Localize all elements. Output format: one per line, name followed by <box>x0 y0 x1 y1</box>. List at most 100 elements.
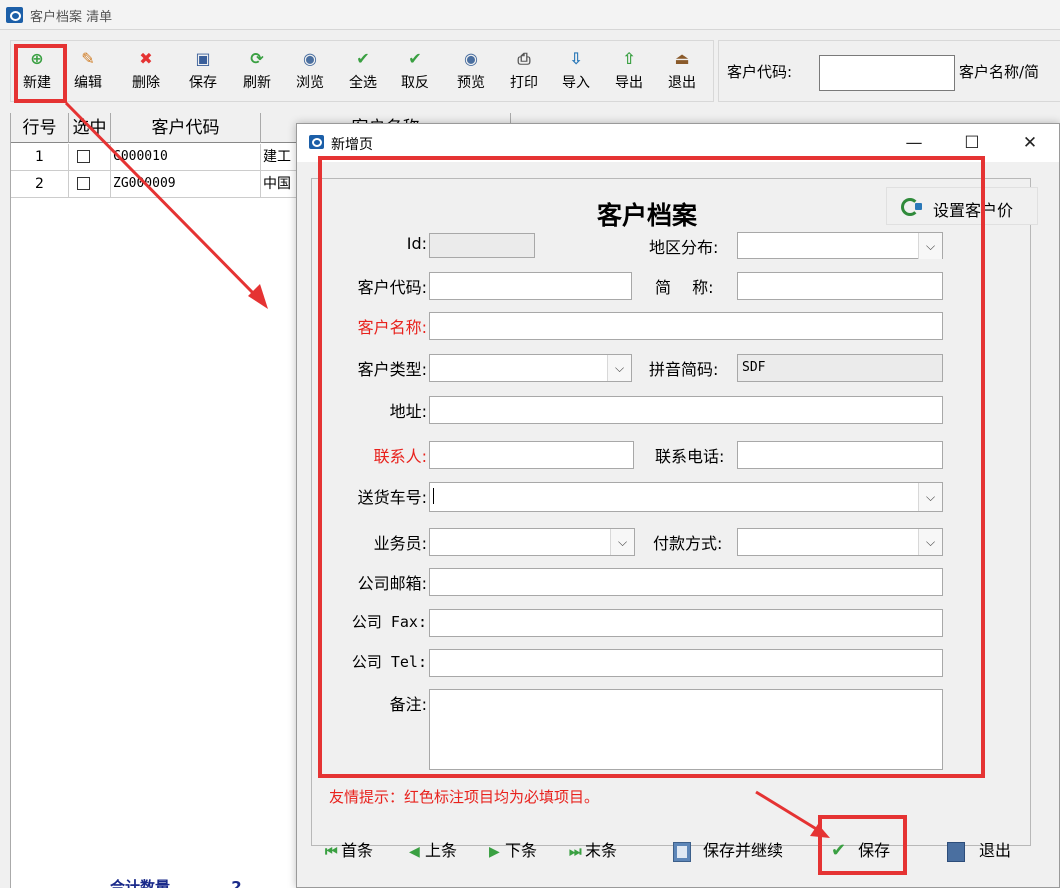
search-code-input[interactable] <box>819 55 955 91</box>
delete-button[interactable]: ✖ 删除 <box>122 47 170 99</box>
first-icon: ⏮ <box>325 844 338 860</box>
minimize-icon[interactable]: — <box>885 124 943 162</box>
next-icon: ▶ <box>489 844 500 860</box>
last-icon: ⏭ <box>569 844 582 860</box>
select-all-button-label: 全选 <box>349 75 377 91</box>
select-all-icon: ✔ <box>356 49 370 68</box>
main-window-titlebar: 客户档案 清单 <box>0 0 1060 30</box>
code-field[interactable] <box>429 272 632 300</box>
type-select[interactable]: ⌵ <box>429 354 632 382</box>
exit-toolbar-button-label: 退出 <box>668 75 696 91</box>
chevron-down-icon: ⌵ <box>918 483 942 511</box>
save-continue-button[interactable]: 保存并继续 <box>673 836 783 866</box>
search-code-label: 客户代码: <box>727 63 793 81</box>
prev-icon: ◀ <box>409 844 420 860</box>
invert-selection-button[interactable]: ✔ 取反 <box>391 47 439 99</box>
print-button[interactable]: ⎙ 打印 <box>500 47 548 99</box>
preview-icon: ◉ <box>464 49 478 68</box>
remark-label: 备注: <box>389 695 427 714</box>
chevron-down-icon: ⌵ <box>918 529 942 555</box>
next-record-button[interactable]: ▶ 下条 <box>489 836 537 866</box>
summary-value: 2 <box>231 878 242 888</box>
delete-icon: ✖ <box>139 49 153 68</box>
row-number: 2 <box>11 171 69 198</box>
export-button-label: 导出 <box>615 75 643 91</box>
grid-summary: 合计数量 2 <box>110 876 242 888</box>
fax-label: 公司 Fax: <box>351 613 427 631</box>
vehicle-select[interactable]: ⌵ <box>429 482 943 512</box>
name-label: 客户名称: <box>357 318 427 337</box>
fax-field[interactable] <box>429 609 943 637</box>
import-button[interactable]: ⇩ 导入 <box>552 47 600 99</box>
phone-field[interactable] <box>737 441 943 469</box>
region-select[interactable]: ⌵ <box>737 232 943 259</box>
invert-icon: ✔ <box>408 49 422 68</box>
export-icon: ⇧ <box>622 49 636 68</box>
next-label: 下条 <box>505 841 538 860</box>
first-record-button[interactable]: ⏮ 首条 <box>325 836 373 866</box>
maximize-icon[interactable]: ☐ <box>943 124 1001 162</box>
refresh-icon: ⟳ <box>250 49 264 68</box>
save-continue-label: 保存并继续 <box>703 841 784 860</box>
row-checkbox-cell <box>69 171 111 198</box>
salesman-select[interactable]: ⌵ <box>429 528 635 556</box>
refresh-button[interactable]: ⟳ 刷新 <box>233 47 281 99</box>
save-toolbar-button[interactable]: ▣ 保存 <box>179 47 227 99</box>
preview-button[interactable]: ◉ 预览 <box>447 47 495 99</box>
region-label: 地区分布: <box>649 238 719 257</box>
exit-toolbar-button[interactable]: ⏏ 退出 <box>658 47 706 99</box>
remark-textarea[interactable] <box>429 689 943 770</box>
first-label: 首条 <box>341 841 374 860</box>
set-customer-price-label: 设置客户价 <box>933 201 1014 220</box>
preview-button-label: 预览 <box>457 75 485 91</box>
email-field[interactable] <box>429 568 943 596</box>
tel-field[interactable] <box>429 649 943 677</box>
browse-button[interactable]: ◉ 浏览 <box>286 47 334 99</box>
last-record-button[interactable]: ⏭ 末条 <box>569 836 617 866</box>
address-label: 地址: <box>389 402 427 421</box>
search-area: 客户代码: 客户名称/简 <box>718 40 1060 102</box>
prev-record-button[interactable]: ◀ 上条 <box>409 836 457 866</box>
type-label: 客户类型: <box>357 360 427 379</box>
set-customer-price-button[interactable]: 设置客户价 <box>886 187 1038 225</box>
column-header-code[interactable]: 客户代码 <box>111 113 261 143</box>
row-number: 1 <box>11 144 69 171</box>
short-name-field[interactable] <box>737 272 943 300</box>
dialog-app-icon <box>309 135 324 149</box>
contact-field[interactable] <box>429 441 634 469</box>
last-label: 末条 <box>585 841 618 860</box>
checkmark-icon: ✔ <box>831 840 847 861</box>
edit-icon: ✎ <box>81 49 95 68</box>
edit-button[interactable]: ✎ 编辑 <box>64 47 112 99</box>
contact-label: 联系人: <box>373 447 427 466</box>
invert-selection-button-label: 取反 <box>401 75 429 91</box>
form-title: 客户档案 <box>597 201 698 230</box>
select-all-button[interactable]: ✔ 全选 <box>339 47 387 99</box>
exit-dialog-button[interactable]: 退出 <box>947 836 1011 866</box>
new-button[interactable]: ⊕ 新建 <box>13 47 61 99</box>
payment-select[interactable]: ⌵ <box>737 528 943 556</box>
chevron-down-icon: ⌵ <box>918 233 942 259</box>
save-label: 保存 <box>858 841 891 860</box>
name-field[interactable] <box>429 312 943 340</box>
save-button[interactable]: ✔ 保存 <box>831 836 890 866</box>
close-icon[interactable]: ✕ <box>1001 124 1059 162</box>
column-header-selected[interactable]: 选中 <box>69 113 111 143</box>
address-field[interactable] <box>429 396 943 424</box>
print-button-label: 打印 <box>510 75 538 91</box>
required-hint: 友情提示：红色标注项目均为必填项目。 <box>329 788 600 806</box>
main-window-title: 客户档案 清单 <box>30 10 113 25</box>
export-button[interactable]: ⇧ 导出 <box>605 47 653 99</box>
column-header-row-number[interactable]: 行号 <box>11 113 69 143</box>
save-toolbar-button-label: 保存 <box>189 75 217 91</box>
row-checkbox[interactable] <box>77 177 90 190</box>
edit-button-label: 编辑 <box>74 75 102 91</box>
app-icon <box>6 7 23 23</box>
import-button-label: 导入 <box>562 75 590 91</box>
pinyin-field: SDF <box>737 354 943 382</box>
row-checkbox[interactable] <box>77 150 90 163</box>
payment-label: 付款方式: <box>653 534 723 553</box>
vehicle-label: 送货车号: <box>357 488 427 507</box>
exit-icon: ⏏ <box>674 49 690 68</box>
row-code: ZG000009 <box>111 171 261 198</box>
